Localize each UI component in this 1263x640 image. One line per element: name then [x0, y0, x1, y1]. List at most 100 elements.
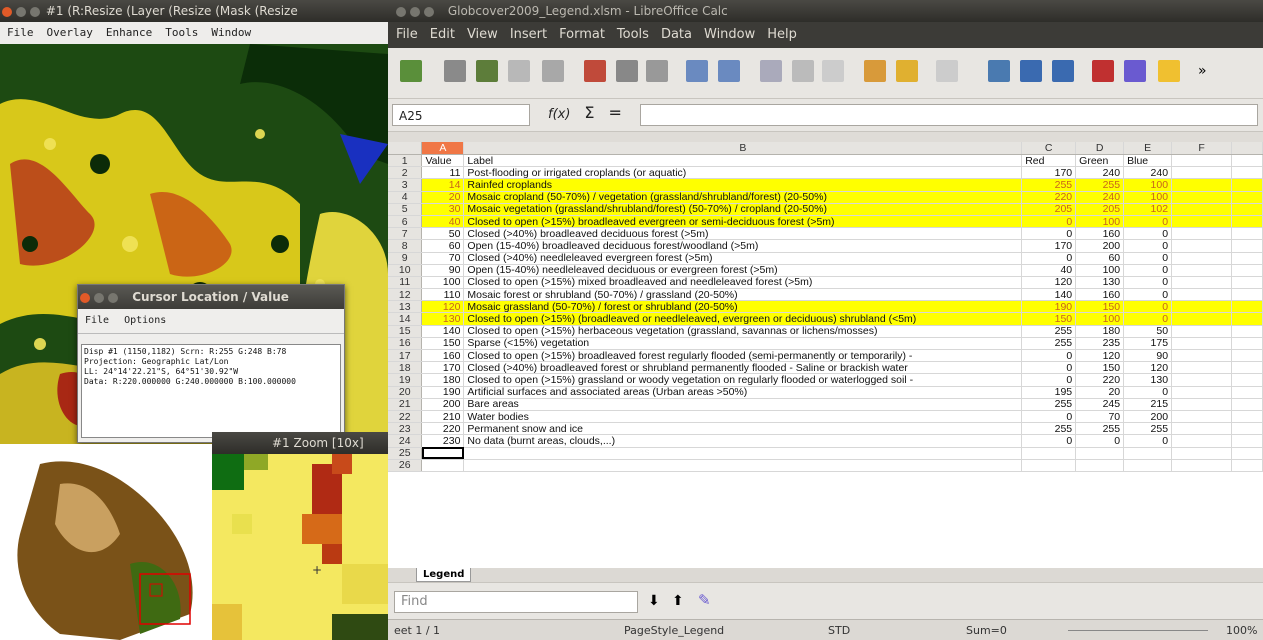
envi-menu-window[interactable]: Window: [211, 26, 251, 39]
cell-value[interactable]: 150: [421, 337, 465, 351]
row-header[interactable]: 5: [388, 203, 423, 216]
hyperlink-icon[interactable]: [988, 60, 1010, 82]
column-header-g[interactable]: [1231, 142, 1263, 155]
cell-green[interactable]: 235: [1075, 337, 1125, 351]
cell[interactable]: [1171, 203, 1232, 216]
row-header[interactable]: 12: [388, 288, 423, 302]
cell[interactable]: [1171, 373, 1232, 387]
cell-green[interactable]: 205: [1075, 203, 1125, 216]
cell[interactable]: [1231, 288, 1263, 302]
export-pdf-icon[interactable]: [584, 60, 606, 82]
row-header[interactable]: 25: [388, 447, 423, 460]
cell-blue[interactable]: 100: [1123, 191, 1173, 204]
row-header[interactable]: 14: [388, 312, 423, 326]
cell-value[interactable]: 100: [421, 276, 465, 290]
cell-red[interactable]: 0: [1021, 361, 1077, 375]
row-header[interactable]: 19: [388, 373, 423, 387]
cell-value[interactable]: 14: [421, 178, 465, 192]
cell-value[interactable]: 230: [421, 434, 465, 448]
cell[interactable]: [1171, 325, 1232, 338]
minimize-icon[interactable]: [16, 6, 26, 17]
row-header[interactable]: 2: [388, 166, 423, 180]
cell-blue[interactable]: 215: [1123, 398, 1173, 411]
row-header[interactable]: 26: [388, 459, 423, 472]
cell[interactable]: [1171, 276, 1232, 290]
cell-red[interactable]: 255: [1021, 178, 1077, 192]
navigator-icon[interactable]: [1158, 60, 1180, 82]
cell-red[interactable]: 255: [1021, 398, 1077, 411]
status-zoom[interactable]: 100%: [1226, 620, 1257, 640]
cell-label[interactable]: Closed to open (>15%) herbaceous vegetat…: [463, 325, 1023, 338]
cell-label[interactable]: Bare areas: [463, 398, 1023, 411]
envi-menu-tools[interactable]: Tools: [165, 26, 198, 39]
cell[interactable]: [1171, 447, 1232, 460]
more-tools-icon[interactable]: »: [1198, 60, 1212, 82]
header-cell[interactable]: Label: [463, 154, 1023, 168]
cell-value[interactable]: 220: [421, 422, 465, 436]
row-header[interactable]: 22: [388, 410, 423, 424]
cell[interactable]: [1171, 154, 1232, 168]
cell[interactable]: [421, 447, 465, 460]
cell-green[interactable]: 255: [1075, 178, 1125, 192]
row-header[interactable]: 15: [388, 325, 423, 338]
cursor-menu-file[interactable]: File: [85, 315, 109, 326]
menu-format[interactable]: Format: [559, 27, 605, 42]
spellcheck-icon[interactable]: [686, 60, 708, 82]
cell-value[interactable]: 120: [421, 300, 465, 314]
cell-value[interactable]: 170: [421, 361, 465, 375]
cell-red[interactable]: 0: [1021, 227, 1077, 241]
cell-red[interactable]: 40: [1021, 264, 1077, 277]
formula-icon[interactable]: =: [609, 103, 622, 122]
cell-label[interactable]: Water bodies: [463, 410, 1023, 424]
cell-green[interactable]: 60: [1075, 252, 1125, 265]
cell-blue[interactable]: 100: [1123, 178, 1173, 192]
cell[interactable]: [1171, 361, 1232, 375]
cell-red[interactable]: 0: [1021, 373, 1077, 387]
cell-green[interactable]: 100: [1075, 215, 1125, 229]
column-header-c[interactable]: C: [1021, 142, 1077, 155]
cell-value[interactable]: 160: [421, 349, 465, 363]
row-header[interactable]: 1: [388, 154, 423, 168]
cell-label[interactable]: Post-flooding or irrigated croplands (or…: [463, 166, 1023, 180]
email-icon[interactable]: [508, 60, 530, 82]
cell[interactable]: [1171, 166, 1232, 180]
cell-blue[interactable]: 0: [1123, 252, 1173, 265]
cell-label[interactable]: Permanent snow and ice: [463, 422, 1023, 436]
zoom-window-titlebar[interactable]: #1 Zoom [10x]: [212, 432, 388, 454]
cell-green[interactable]: 70: [1075, 410, 1125, 424]
row-header[interactable]: 20: [388, 386, 423, 399]
new-document-icon[interactable]: [400, 60, 422, 82]
cell[interactable]: [1231, 434, 1263, 448]
cell[interactable]: [1231, 300, 1263, 314]
envi-menu-enhance[interactable]: Enhance: [106, 26, 152, 39]
cell[interactable]: [463, 447, 1023, 460]
cell[interactable]: [1231, 337, 1263, 351]
cell-blue[interactable]: 255: [1123, 422, 1173, 436]
cell-blue[interactable]: 0: [1123, 215, 1173, 229]
cell[interactable]: [1231, 373, 1263, 387]
cut-icon[interactable]: [760, 60, 782, 82]
cell-value[interactable]: 110: [421, 288, 465, 302]
cell-value[interactable]: 20: [421, 191, 465, 204]
cell-blue[interactable]: 0: [1123, 386, 1173, 399]
cell-value[interactable]: 90: [421, 264, 465, 277]
cell[interactable]: [1171, 459, 1232, 472]
cell[interactable]: [463, 459, 1023, 472]
corner-cell[interactable]: [388, 142, 423, 155]
cell[interactable]: [1231, 386, 1263, 399]
row-header[interactable]: 21: [388, 398, 423, 411]
cell[interactable]: [1231, 325, 1263, 338]
cell-blue[interactable]: 240: [1123, 166, 1173, 180]
cell-blue[interactable]: 0: [1123, 239, 1173, 253]
cell[interactable]: [1123, 447, 1173, 460]
draw-functions-icon[interactable]: [1124, 60, 1146, 82]
cell[interactable]: [1171, 252, 1232, 265]
cell-blue[interactable]: 200: [1123, 410, 1173, 424]
cell-blue[interactable]: 0: [1123, 288, 1173, 302]
cell-label[interactable]: Closed to open (>15%) mixed broadleaved …: [463, 276, 1023, 290]
sheet-tab-legend[interactable]: Legend: [416, 568, 472, 582]
cell[interactable]: [1075, 447, 1125, 460]
cell[interactable]: [1231, 252, 1263, 265]
maximize-icon[interactable]: [30, 6, 40, 17]
column-header-f[interactable]: F: [1171, 142, 1232, 155]
